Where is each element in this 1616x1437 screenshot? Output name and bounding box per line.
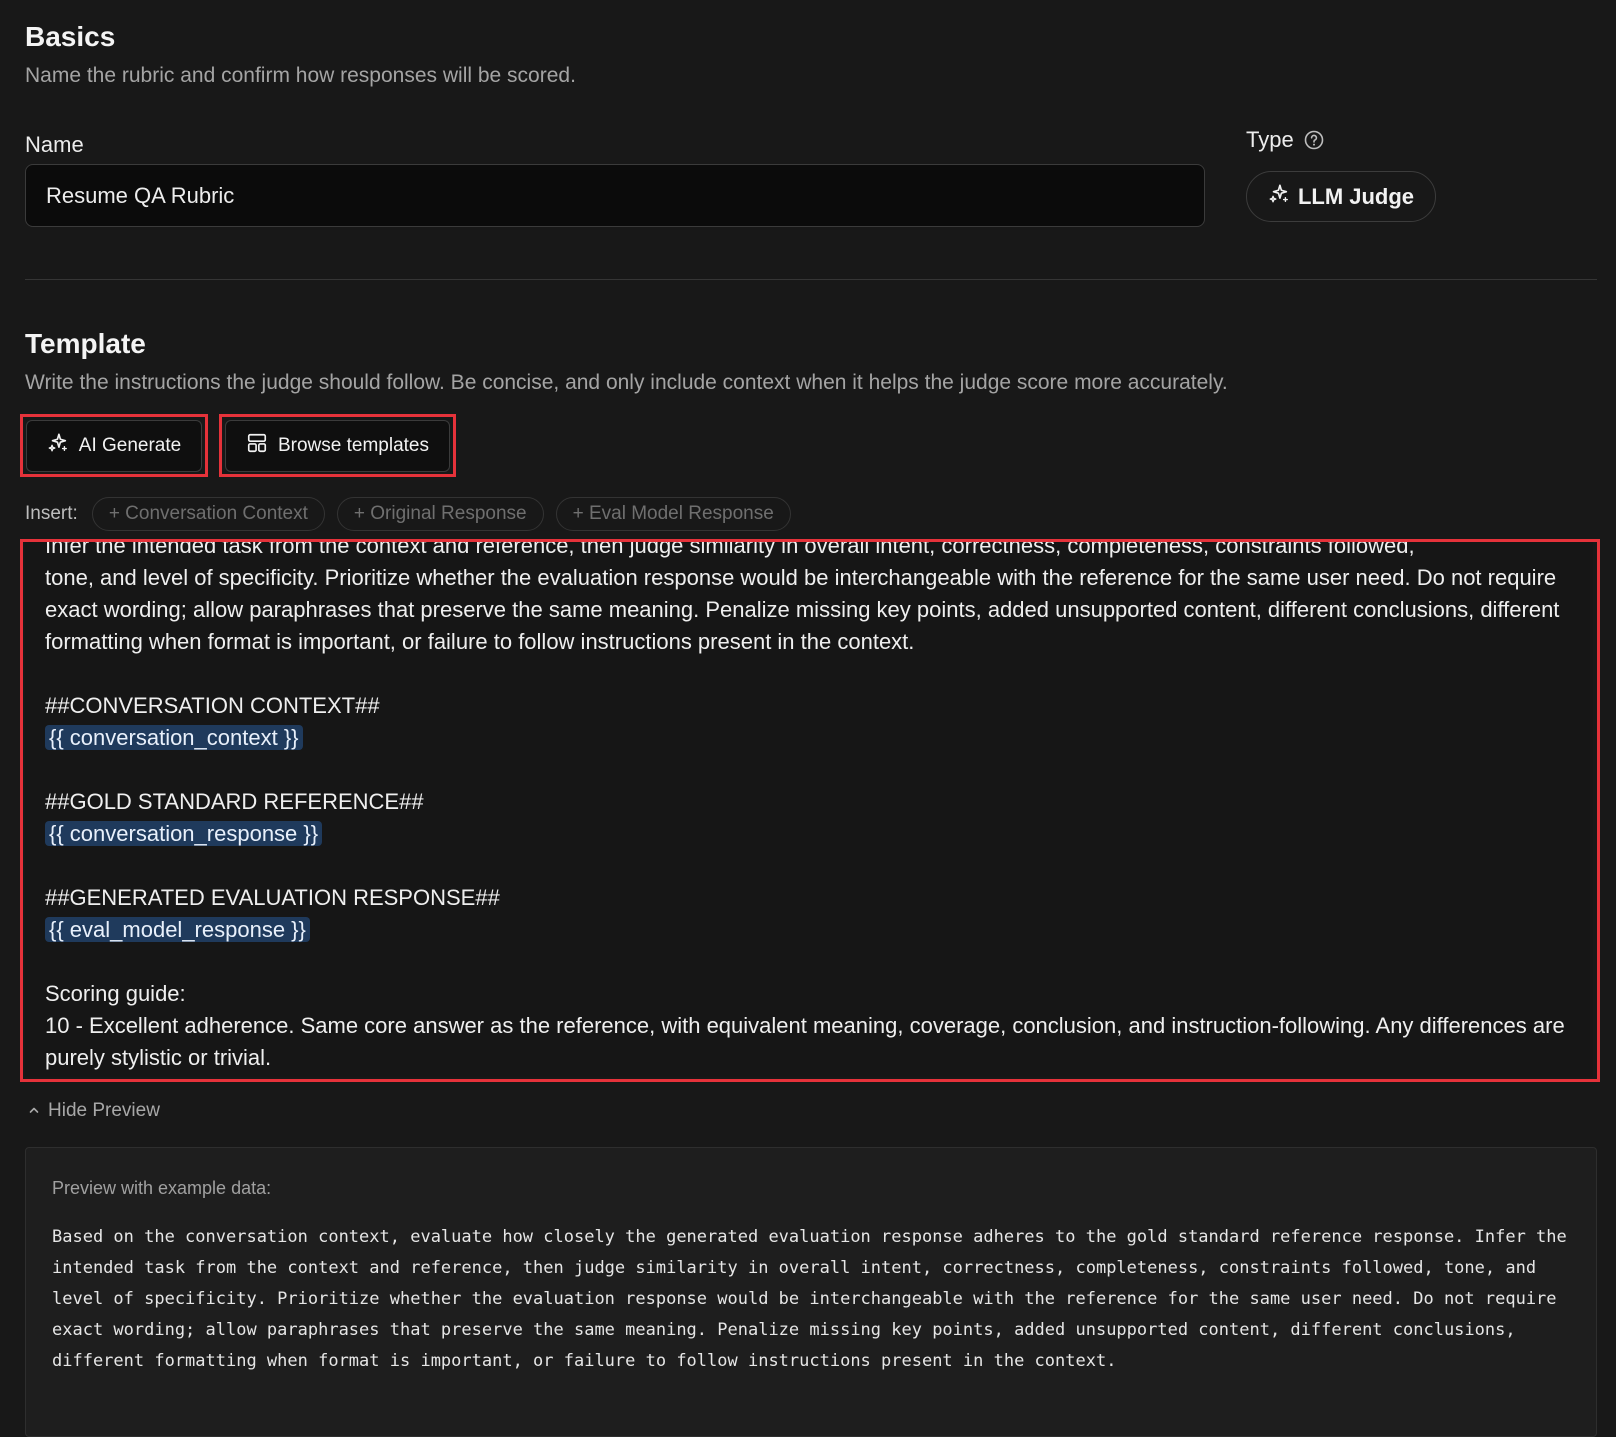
editor-line-partial: Infer the intended task from the context… (45, 542, 1415, 558)
rubric-editor-page: Basics Name the rubric and confirm how r… (0, 0, 1616, 1437)
type-value: LLM Judge (1297, 183, 1415, 209)
hide-preview-label: Hide Preview (48, 1100, 160, 1121)
template-editor[interactable]: Infer the intended task from the context… (25, 542, 1593, 1077)
hide-preview-toggle[interactable]: Hide Preview (28, 1100, 160, 1122)
sparkle-icon (1268, 183, 1290, 211)
variable-conversation-context: {{ conversation_context }} (45, 725, 303, 750)
editor-heading-reference: ##GOLD STANDARD REFERENCE## (45, 789, 424, 814)
editor-scoring-heading: Scoring guide: (45, 981, 186, 1006)
variable-eval-model-response: {{ eval_model_response }} (45, 917, 310, 942)
insert-variables-row: Insert: + Conversation Context + Origina… (25, 497, 791, 531)
basics-title: Basics (25, 21, 116, 52)
insert-conversation-context-chip[interactable]: + Conversation Context (91, 497, 325, 531)
template-editor-content: Infer the intended task from the context… (45, 542, 1569, 1074)
name-label-text: Name (25, 132, 84, 157)
name-label: Name (25, 132, 84, 158)
browse-templates-label: Browse templates (277, 435, 429, 456)
template-description: Write the instructions the judge should … (25, 371, 1228, 394)
template-title: Template (25, 328, 146, 359)
help-circle-icon[interactable] (1304, 130, 1324, 150)
type-llm-judge-badge[interactable]: LLM Judge (1246, 171, 1436, 222)
editor-heading-eval: ##GENERATED EVALUATION RESPONSE## (45, 885, 500, 910)
insert-original-response-chip[interactable]: + Original Response (336, 497, 544, 531)
variable-conversation-response: {{ conversation_response }} (45, 821, 323, 846)
preview-label: Preview with example data: (52, 1178, 272, 1198)
type-label-text: Type (1246, 127, 1294, 152)
editor-heading-context: ##CONVERSATION CONTEXT## (45, 693, 380, 718)
ai-generate-label: AI Generate (78, 435, 182, 456)
preview-panel: Preview with example data: Based on the … (25, 1147, 1597, 1437)
chevron-up-icon (28, 1100, 40, 1122)
section-divider (25, 279, 1597, 280)
insert-eval-model-response-chip[interactable]: + Eval Model Response (555, 497, 791, 531)
resize-handle-icon[interactable] (1579, 1063, 1589, 1073)
editor-paragraph-instructions: tone, and level of specificity. Prioriti… (45, 565, 1566, 654)
sparkle-icon (47, 432, 69, 460)
basics-description: Name the rubric and confirm how response… (25, 64, 576, 87)
ai-generate-button[interactable]: AI Generate (26, 420, 202, 472)
browse-templates-button[interactable]: Browse templates (225, 420, 450, 472)
editor-scoring-10: 10 - Excellent adherence. Same core answ… (45, 1013, 1571, 1070)
preview-text: Based on the conversation context, evalu… (52, 1227, 1578, 1371)
insert-label: Insert: (25, 503, 78, 524)
name-input[interactable] (25, 164, 1205, 227)
type-label: Type (1246, 127, 1324, 153)
layout-template-icon (246, 432, 268, 460)
